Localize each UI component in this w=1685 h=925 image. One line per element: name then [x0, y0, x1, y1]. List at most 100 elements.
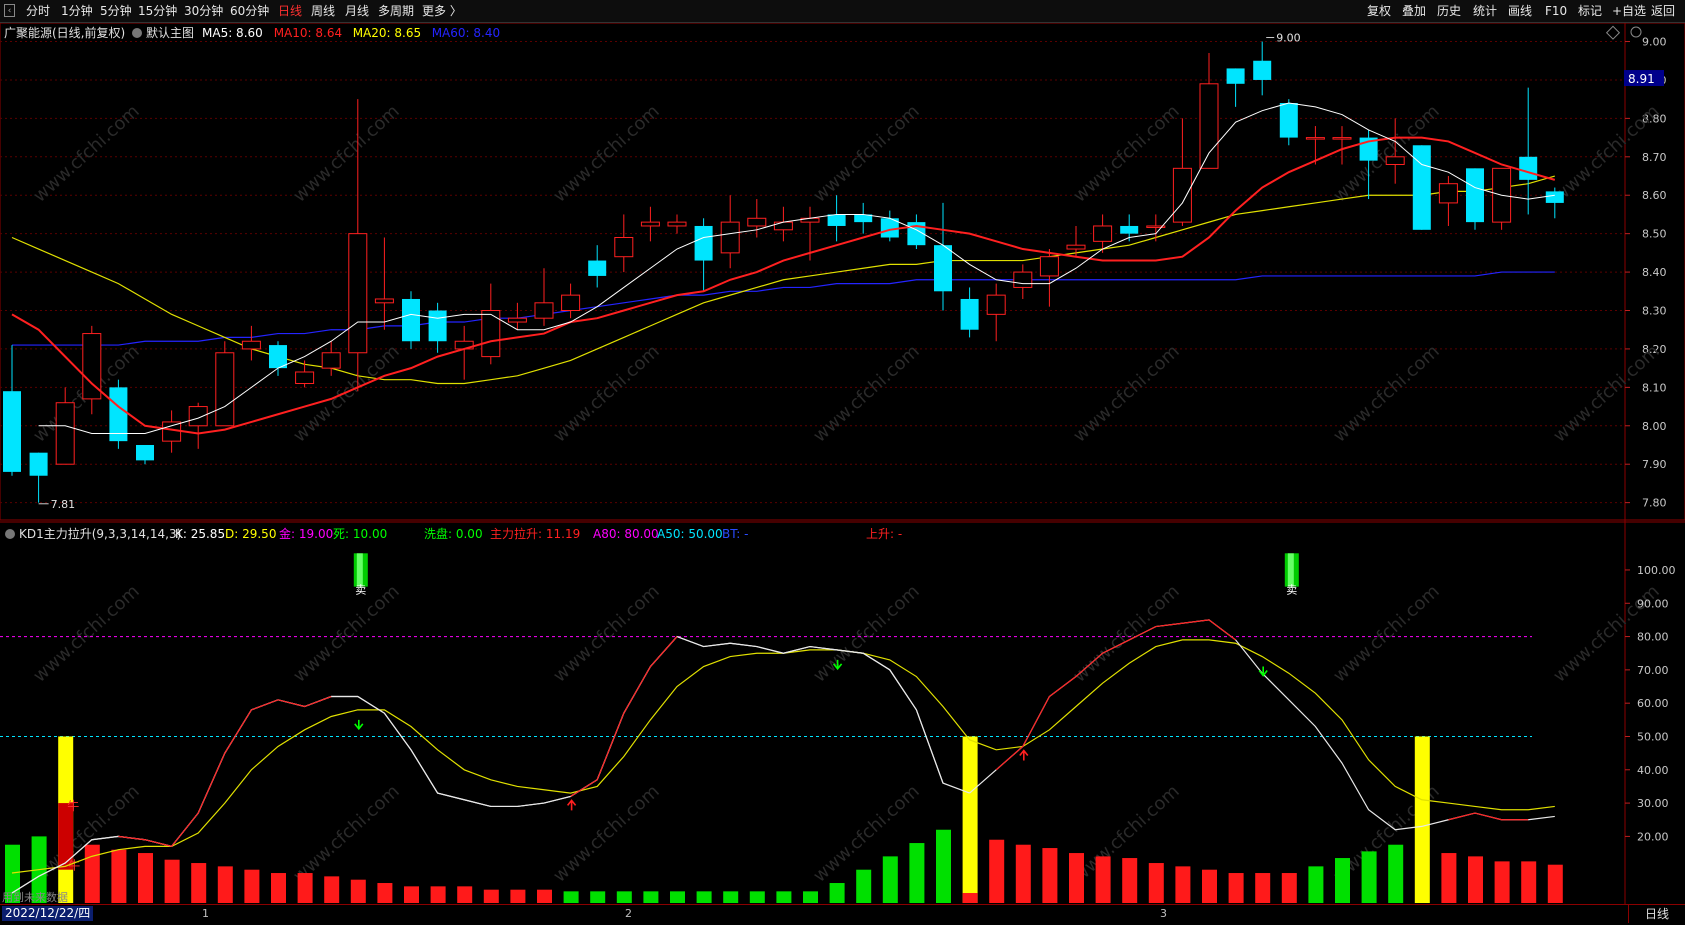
period-tab-9[interactable]: 多周期: [378, 3, 414, 19]
period-tab-0[interactable]: 分时: [26, 3, 50, 19]
candle-body: [1466, 168, 1484, 223]
indicator-value-8: BT: -: [722, 527, 748, 541]
indicator-value-7: A50: 50.00: [657, 527, 723, 541]
price-axis-label: 8.30: [1642, 305, 1667, 318]
toolbar-button-1[interactable]: 叠加: [1402, 3, 1426, 19]
ind-bar: [803, 891, 818, 903]
candle-body: [1385, 156, 1405, 165]
kline-chart[interactable]: 9.008.908.808.708.608.508.408.308.208.10…: [0, 22, 1685, 922]
ind-bar: [882, 856, 898, 903]
period-tab-5[interactable]: 60分钟: [230, 3, 269, 19]
stock-title: 广聚能源(日线,前复权): [4, 25, 125, 40]
cow-signal-label: 牛: [67, 798, 79, 813]
ind-bar: [670, 891, 685, 903]
candle-body: [241, 340, 261, 350]
ind-bar: [138, 853, 153, 903]
ind-bar: [1202, 869, 1217, 903]
indicator-settings-icon[interactable]: [5, 529, 15, 539]
candle-body: [640, 221, 660, 227]
sell-signal-label: 卖: [355, 583, 366, 596]
watermark-text: www.cfchi.com: [549, 101, 663, 207]
candle-body: [1519, 156, 1538, 180]
ma-value-0: MA5: 8.60: [202, 26, 263, 40]
ind-bar: [749, 891, 765, 903]
ind-bar: [271, 873, 286, 903]
candle-body: [1093, 225, 1113, 242]
period-tab-6[interactable]: 日线: [278, 3, 302, 19]
candle-body: [534, 302, 554, 319]
toolbar-button-3[interactable]: 统计: [1473, 3, 1497, 19]
month-label: 3: [1160, 907, 1167, 920]
candle-body: [667, 221, 687, 227]
candle-body: [827, 214, 846, 226]
watermark-text: www.cfchi.com: [1069, 581, 1183, 687]
period-tab-7[interactable]: 周线: [311, 3, 335, 19]
period-tab-3[interactable]: 15分钟: [138, 3, 177, 19]
ind-bar: [590, 891, 606, 903]
settings-icon[interactable]: [132, 28, 142, 38]
up-arrow-icon: [566, 799, 577, 811]
period-tab-8[interactable]: 月线: [345, 3, 369, 19]
toolbar-button-6[interactable]: 标记: [1578, 3, 1602, 19]
ind-bar: [936, 829, 951, 903]
indicator-value-5: 主力拉升: 11.19: [490, 526, 580, 541]
toolbar-button-4[interactable]: 画线: [1508, 3, 1532, 19]
candle-body: [295, 371, 315, 385]
ind-bar: [1228, 873, 1244, 903]
period-tab-4[interactable]: 30分钟: [184, 3, 223, 19]
chart-area[interactable]: 9.008.908.808.708.608.508.408.308.208.10…: [0, 22, 1685, 922]
price-axis-label: 8.60: [1642, 189, 1667, 202]
candle-body: [55, 402, 75, 465]
toolbar-button-0[interactable]: 复权: [1367, 3, 1391, 19]
ind-bar: [217, 866, 233, 903]
candle-body: [1226, 68, 1245, 84]
ind-bar: [297, 873, 313, 903]
candle-body: [773, 221, 793, 231]
ind-bar: [111, 849, 127, 903]
toolbar-button-5[interactable]: F10: [1545, 3, 1567, 19]
ind-bar: [1335, 858, 1350, 903]
period-toolbar: ‹ 分时 1分钟 5分钟 15分钟 30分钟 60分钟 日线 周线 月线 多周期 更多 〉 复权 叠加…: [0, 0, 1685, 23]
ind-axis-label: 100.00: [1637, 564, 1676, 577]
candle-body: [614, 236, 634, 258]
ind-bar: [1388, 844, 1404, 903]
ind-axis-label: 60.00: [1637, 697, 1669, 710]
toolbar-button-2[interactable]: 历史: [1437, 3, 1461, 19]
ind-bar: [616, 891, 632, 903]
ind-bar: [1441, 853, 1457, 903]
month-label: 1: [202, 907, 209, 920]
period-tab-10[interactable]: 更多 〉: [422, 3, 462, 19]
period-tab-2[interactable]: 5分钟: [100, 3, 132, 19]
candle-body: [1199, 83, 1219, 169]
ma60-line: [12, 271, 1555, 346]
candle-body: [1013, 271, 1033, 288]
diamond-icon[interactable]: [1605, 25, 1621, 40]
candle-body: [747, 217, 767, 227]
candle-body: [1279, 103, 1298, 138]
ind-bar: [191, 863, 207, 903]
watermark-text: www.cfchi.com: [1329, 581, 1443, 687]
candle-body: [188, 406, 208, 427]
indicator-value-6: A80: 80.00: [593, 527, 659, 541]
candle-body: [1305, 137, 1325, 140]
ind-bar: [430, 886, 446, 903]
ind-bar: [643, 891, 659, 903]
candle-body: [694, 225, 713, 261]
ind-bar: [1095, 856, 1111, 903]
watermark-text: www.cfchi.com: [809, 101, 923, 207]
period-button[interactable]: 日线: [1628, 905, 1685, 923]
d-line: [11, 639, 1555, 874]
candle-body: [934, 245, 952, 292]
toolbar-button-7[interactable]: +自选: [1612, 3, 1646, 19]
ind-bar: [1015, 844, 1031, 903]
toolbar-button-8[interactable]: 返回: [1651, 3, 1675, 19]
price-axis-label: 8.70: [1642, 151, 1667, 164]
ind-axis-label: 20.00: [1637, 830, 1669, 843]
period-tab-1[interactable]: 1分钟: [61, 3, 93, 19]
candle-body: [269, 345, 287, 369]
collapse-icon[interactable]: ‹: [4, 4, 15, 17]
ind-bar: [1414, 736, 1430, 903]
zoom-icon[interactable]: [1630, 26, 1642, 38]
indicator-value-9: 上升: -: [866, 527, 902, 541]
candle-body: [1120, 225, 1139, 234]
